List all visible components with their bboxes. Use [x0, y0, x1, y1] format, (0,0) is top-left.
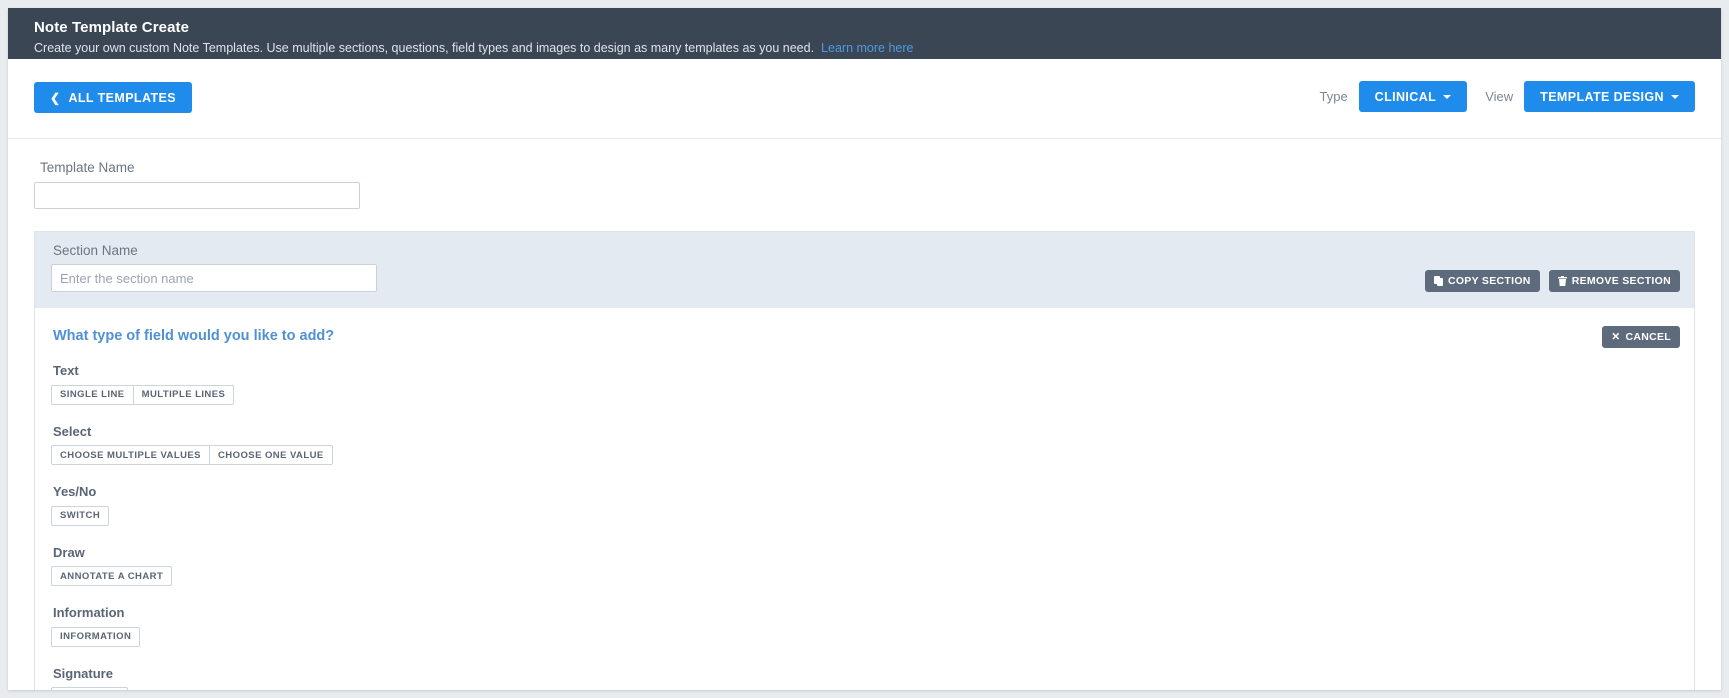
- field-option-annotate-a-chart[interactable]: ANNOTATE A CHART: [51, 566, 173, 586]
- field-option-single-line[interactable]: SINGLE LINE: [51, 384, 134, 405]
- section-header: Section Name COPY SECTION: [35, 232, 1694, 308]
- field-group-title: Yes/No: [53, 484, 97, 499]
- template-name-input[interactable]: [34, 182, 360, 209]
- view-label: View: [1485, 89, 1514, 104]
- field-option-choose-multiple-values[interactable]: CHOOSE MULTIPLE VALUES: [51, 445, 210, 465]
- field-option-group: SWITCH: [51, 505, 110, 526]
- trash-icon: [1557, 276, 1567, 286]
- field-option-multiple-lines[interactable]: MULTIPLE LINES: [132, 384, 235, 405]
- field-option-group: SIGNATURE: [51, 687, 129, 690]
- field-group-title: Text: [53, 363, 79, 378]
- field-group-signature: Signature SIGNATURE: [51, 665, 1678, 690]
- chevron-down-icon: [1443, 94, 1452, 99]
- chooser-title: What type of field would you like to add…: [53, 328, 335, 344]
- view-dropdown-value: TEMPLATE DESIGN: [1540, 89, 1664, 104]
- main-content: Template Name Section Name COPY SECTION: [8, 160, 1721, 690]
- field-option-information[interactable]: INFORMATION: [51, 626, 141, 647]
- remove-section-label: REMOVE SECTION: [1571, 275, 1671, 287]
- chevron-down-icon: [1671, 94, 1679, 99]
- template-name-label: Template Name: [40, 160, 135, 175]
- toolbar-right-controls: Type CLINICAL View TEMPLATE DESIGN: [1319, 81, 1695, 112]
- page-subtitle: Create your own custom Note Templates. U…: [34, 40, 1695, 56]
- section-name-label: Section Name: [53, 243, 138, 258]
- field-group-title: Select: [53, 423, 92, 439]
- all-templates-button[interactable]: ❮ ALL TEMPLATES: [34, 82, 192, 113]
- field-group-information: Information INFORMATION: [51, 605, 1678, 647]
- field-option-group: ANNOTATE A CHART: [51, 566, 173, 586]
- section-actions: COPY SECTION REMOVE SECTION: [1416, 270, 1680, 292]
- field-group-title: Information: [53, 605, 125, 620]
- field-option-group: SINGLE LINE MULTIPLE LINES: [51, 384, 235, 405]
- field-group-select: Select CHOOSE MULTIPLE VALUES CHOOSE ONE…: [51, 423, 1678, 465]
- type-label: Type: [1319, 89, 1348, 104]
- copy-section-button[interactable]: COPY SECTION: [1424, 270, 1540, 292]
- field-group-text: Text SINGLE LINE MULTIPLE LINES: [51, 363, 1678, 405]
- field-option-group: INFORMATION: [51, 626, 141, 647]
- field-option-switch[interactable]: SWITCH: [51, 505, 110, 526]
- page-title: Note Template Create: [34, 19, 190, 36]
- page-subtitle-text: Create your own custom Note Templates. U…: [34, 41, 815, 55]
- learn-more-link[interactable]: Learn more here: [821, 41, 913, 55]
- close-icon: ✕: [1611, 331, 1621, 343]
- page-header: Note Template Create Create your own cus…: [8, 8, 1721, 59]
- type-dropdown-value: CLINICAL: [1374, 89, 1437, 104]
- field-group-title: Signature: [53, 665, 113, 681]
- view-dropdown-button[interactable]: TEMPLATE DESIGN: [1524, 81, 1695, 112]
- field-option-group: CHOOSE MULTIPLE VALUES CHOOSE ONE VALUE: [51, 445, 333, 465]
- field-type-chooser: What type of field would you like to add…: [35, 308, 1694, 690]
- section-card: Section Name COPY SECTION: [34, 231, 1695, 690]
- remove-section-button[interactable]: REMOVE SECTION: [1548, 270, 1680, 292]
- toolbar: ❮ ALL TEMPLATES Type CLINICAL View TEMPL…: [8, 59, 1721, 139]
- cancel-label: CANCEL: [1625, 331, 1671, 343]
- chevron-left-icon: ❮: [50, 90, 61, 105]
- field-group-title: Draw: [53, 544, 85, 560]
- field-option-signature[interactable]: SIGNATURE: [51, 687, 129, 690]
- section-name-input[interactable]: [51, 264, 377, 292]
- field-option-choose-one-value[interactable]: CHOOSE ONE VALUE: [208, 445, 333, 465]
- type-dropdown-button[interactable]: CLINICAL: [1358, 81, 1468, 112]
- copy-section-label: COPY SECTION: [1447, 275, 1531, 287]
- all-templates-label: ALL TEMPLATES: [68, 90, 176, 105]
- copy-icon: [1433, 276, 1443, 286]
- app-page: Note Template Create Create your own cus…: [8, 8, 1721, 690]
- field-group-yes-no: Yes/No SWITCH: [51, 484, 1678, 526]
- cancel-button[interactable]: ✕ CANCEL: [1602, 326, 1680, 348]
- field-group-draw: Draw ANNOTATE A CHART: [51, 544, 1678, 586]
